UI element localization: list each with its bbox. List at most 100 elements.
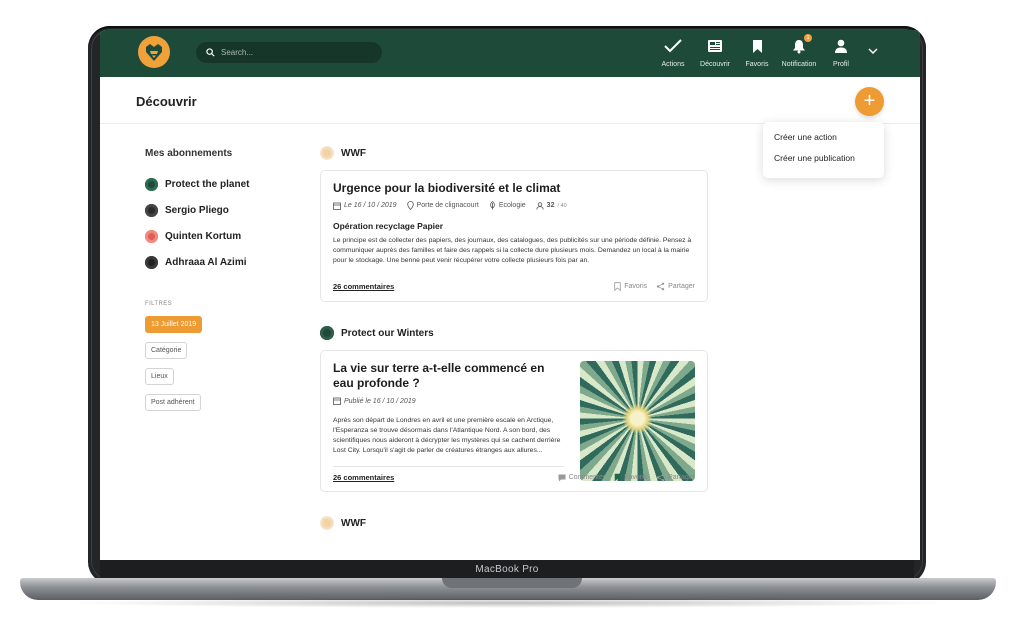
post-body: Après son départ de Londres en avril et … xyxy=(333,417,561,454)
nav-decouvrir[interactable]: Découvrir xyxy=(694,36,736,68)
menu-item-create-publication[interactable]: Créer une publication xyxy=(774,151,873,172)
subscription-name: Quinten Kortum xyxy=(165,230,242,242)
post-footer: 26 commentaires Favoris Partager xyxy=(333,282,695,291)
post-title[interactable]: La vie sur terre a-t-elle commencé en ea… xyxy=(333,361,564,391)
menu-item-create-action[interactable]: Créer une action xyxy=(774,130,873,151)
main-nav: Actions Découvrir Favoris 1 Notification… xyxy=(652,34,862,68)
divider xyxy=(333,466,564,467)
author-name: WWF xyxy=(341,517,366,529)
comments-link[interactable]: 26 commentaires xyxy=(333,473,394,482)
share-label: Partager xyxy=(668,283,695,290)
nav-favoris[interactable]: Favoris xyxy=(736,36,778,68)
screen: Actions Découvrir Favoris 1 Notification… xyxy=(100,30,920,560)
filter-chip-places[interactable]: Lieux xyxy=(145,368,174,385)
post-meta: Publié le 16 / 10 / 2019 xyxy=(333,397,564,405)
post-card: Urgence pour la biodiversité et le clima… xyxy=(320,170,708,302)
post-author[interactable]: WWF xyxy=(320,146,708,160)
wwf-avatar xyxy=(320,516,334,530)
create-menu: Créer une action Créer une publication xyxy=(763,122,884,178)
feed: WWF Urgence pour la biodiversité et le c… xyxy=(320,146,708,540)
subscription-name: Sergio Pliego xyxy=(165,204,229,216)
post-subtitle: Opération recyclage Papier xyxy=(333,221,444,231)
author-name: WWF xyxy=(341,147,366,159)
nav-label: Actions xyxy=(661,61,685,68)
subscription-item[interactable]: Adhraaa Al Azimi xyxy=(145,249,275,275)
post-author[interactable]: WWF xyxy=(320,516,708,530)
bee-logo-icon[interactable] xyxy=(138,36,170,68)
subscription-name: Adhraaa Al Azimi xyxy=(165,256,247,268)
calendar-icon xyxy=(333,397,341,405)
leaf-icon xyxy=(490,201,495,210)
post-place: Porte de clignacourt xyxy=(416,202,479,209)
pow-avatar xyxy=(320,326,334,340)
post-title[interactable]: Urgence pour la biodiversité et le clima… xyxy=(333,181,695,195)
subscription-item[interactable]: Quinten Kortum xyxy=(145,223,275,249)
comments-link[interactable]: 26 commentaires xyxy=(333,282,394,291)
favoris-label: Favoris xyxy=(624,474,648,481)
subscriptions-title: Mes abonnements xyxy=(145,148,233,159)
post-author[interactable]: Protect our Winters xyxy=(320,326,708,340)
notification-badge: 1 xyxy=(804,34,812,42)
filter-chip-category[interactable]: Catégorie xyxy=(145,342,188,359)
device-label: MacBook Pro xyxy=(475,563,539,575)
share-button[interactable]: Partager xyxy=(656,282,695,291)
location-pin-icon xyxy=(406,201,414,210)
avatar xyxy=(145,203,158,217)
user-icon xyxy=(835,39,847,53)
participants-max: / 40 xyxy=(557,202,567,209)
author-name: Protect our Winters xyxy=(341,327,434,339)
favoris-label: Favoris xyxy=(624,283,648,290)
check-icon xyxy=(664,39,682,53)
filter-chip-member-post[interactable]: Post adhérent xyxy=(145,394,201,411)
bookmark-outline-icon xyxy=(614,282,621,291)
sidebar: Mes abonnements Protect the planet Sergi… xyxy=(145,148,275,417)
nav-notification[interactable]: 1 Notification xyxy=(778,34,820,68)
post-card: La vie sur terre a-t-elle commencé en ea… xyxy=(320,350,708,492)
share-label: Partager xyxy=(668,474,695,481)
nav-label: Favoris xyxy=(745,61,769,68)
post-category: Ecologie xyxy=(498,202,526,209)
nav-profil[interactable]: Profil xyxy=(820,36,862,68)
participants-icon xyxy=(536,201,544,210)
search-bar[interactable] xyxy=(196,42,382,63)
add-button[interactable]: + xyxy=(855,87,884,116)
nav-label: Notification xyxy=(781,61,817,68)
bell-icon xyxy=(793,39,805,53)
post-actions: Commenter Favoris Partager xyxy=(558,473,695,482)
bookmark-icon xyxy=(752,39,762,53)
post-actions: Favoris Partager xyxy=(614,282,695,291)
participants-count: 32 xyxy=(546,202,555,209)
bookmark-filled-icon xyxy=(614,473,621,482)
subscription-name: Protect the planet xyxy=(165,178,250,190)
chevron-down-icon[interactable] xyxy=(866,44,880,58)
share-icon xyxy=(656,282,665,291)
subscription-item[interactable]: Sergio Pliego xyxy=(145,197,275,223)
filter-chip-date[interactable]: 13 Juillet 2019 xyxy=(145,316,203,333)
page-header: Découvrir + xyxy=(100,77,920,124)
laptop-notch xyxy=(442,578,582,588)
nav-actions[interactable]: Actions xyxy=(652,36,694,68)
comment-icon xyxy=(558,474,566,481)
nav-label: Profil xyxy=(833,61,849,68)
share-icon xyxy=(656,473,665,482)
avatar xyxy=(145,177,158,191)
laptop-shadow xyxy=(60,598,956,608)
favoris-button[interactable]: Favoris xyxy=(614,473,647,482)
top-bar: Actions Découvrir Favoris 1 Notification… xyxy=(100,30,920,77)
comment-label: Commenter xyxy=(568,474,606,481)
avatar xyxy=(145,229,158,243)
favoris-button[interactable]: Favoris xyxy=(614,282,647,291)
post-body: Le principe est de collecter des papiers… xyxy=(333,237,692,264)
search-icon xyxy=(206,48,215,57)
search-input[interactable] xyxy=(221,48,371,57)
wwf-avatar xyxy=(320,146,334,160)
subscription-item[interactable]: Protect the planet xyxy=(145,171,275,197)
newspaper-icon xyxy=(708,40,722,52)
comment-button[interactable]: Commenter xyxy=(558,473,606,482)
post-image[interactable] xyxy=(580,361,695,481)
post-date: Le 16 / 10 / 2019 xyxy=(344,202,397,209)
nav-label: Découvrir xyxy=(700,61,730,68)
post-meta: Le 16 / 10 / 2019 Porte de clignacourt E… xyxy=(333,201,695,210)
page-title: Découvrir xyxy=(136,94,197,109)
share-button[interactable]: Partager xyxy=(656,473,695,482)
